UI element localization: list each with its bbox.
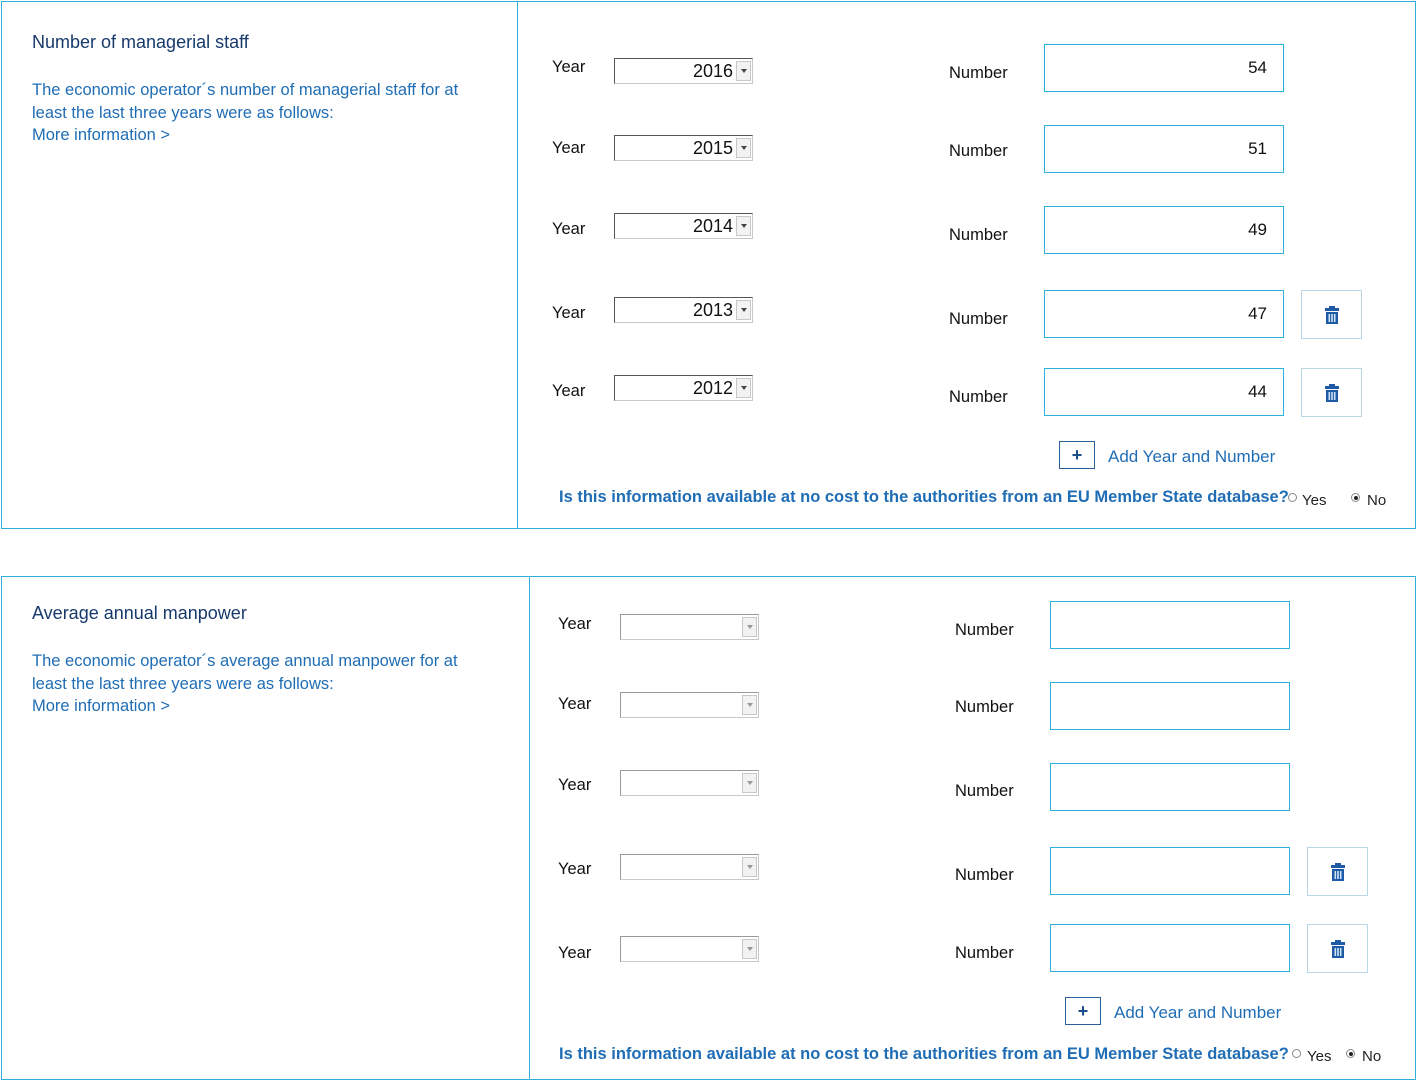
plus-icon: + <box>1077 1000 1089 1021</box>
chevron-down-icon[interactable] <box>736 300 751 320</box>
year-select[interactable] <box>620 614 759 640</box>
radio-no[interactable] <box>1346 1049 1355 1058</box>
number-value: 54 <box>1248 58 1267 77</box>
number-label: Number <box>949 388 1008 406</box>
description-text: The economic operator´s average annual m… <box>32 652 458 693</box>
year-select[interactable]: 2015 <box>614 135 753 161</box>
number-label: Number <box>955 782 1014 800</box>
number-input[interactable]: 47 <box>1044 290 1284 338</box>
panel-divider <box>529 577 530 1079</box>
chevron-down-icon[interactable] <box>736 216 751 236</box>
delete-row-button[interactable] <box>1307 847 1368 896</box>
number-input[interactable] <box>1050 924 1290 972</box>
description-text: The economic operator´s number of manage… <box>32 81 459 122</box>
number-input[interactable]: 44 <box>1044 368 1284 416</box>
delete-row-button[interactable] <box>1301 368 1362 417</box>
year-select[interactable] <box>620 770 759 796</box>
number-input[interactable] <box>1050 847 1290 895</box>
section-title: Number of managerial staff <box>32 32 249 52</box>
number-label: Number <box>955 621 1014 639</box>
more-information-link[interactable]: More information > <box>32 695 492 718</box>
year-value: 2016 <box>692 61 733 81</box>
number-value: 51 <box>1248 139 1267 158</box>
radio-no-label: No <box>1362 1048 1382 1065</box>
year-label: Year <box>558 776 592 794</box>
year-label: Year <box>552 220 586 238</box>
number-input[interactable]: 49 <box>1044 206 1284 254</box>
chevron-down-icon[interactable] <box>742 695 757 715</box>
number-label: Number <box>955 866 1014 884</box>
section-title: Average annual manpower <box>32 603 247 623</box>
year-label: Year <box>552 382 586 400</box>
database-question: Is this information available at no cost… <box>559 1045 1289 1063</box>
year-label: Year <box>558 615 592 633</box>
database-question: Is this information available at no cost… <box>559 488 1289 506</box>
section-description: The economic operator´s number of manage… <box>32 79 492 147</box>
trash-icon <box>1330 939 1345 958</box>
radio-no-label: No <box>1367 492 1387 509</box>
number-input[interactable] <box>1050 763 1290 811</box>
add-year-label[interactable]: Add Year and Number <box>1114 1003 1281 1023</box>
radio-yes[interactable] <box>1292 1049 1301 1058</box>
year-label: Year <box>558 944 592 962</box>
trash-icon <box>1324 305 1339 324</box>
number-value: 44 <box>1248 382 1267 401</box>
delete-row-button[interactable] <box>1301 290 1362 339</box>
chevron-down-icon[interactable] <box>736 61 751 81</box>
section-description: The economic operator´s average annual m… <box>32 650 492 718</box>
radio-yes[interactable] <box>1288 493 1297 502</box>
year-select[interactable] <box>620 936 759 962</box>
panel-divider <box>517 2 518 528</box>
year-label: Year <box>558 860 592 878</box>
year-label: Year <box>558 695 592 713</box>
number-input[interactable] <box>1050 601 1290 649</box>
chevron-down-icon[interactable] <box>742 617 757 637</box>
year-select[interactable]: 2012 <box>614 375 753 401</box>
year-label: Year <box>552 58 586 76</box>
year-select[interactable] <box>620 854 759 880</box>
add-year-button[interactable]: + <box>1059 441 1095 469</box>
year-value: 2015 <box>692 138 733 158</box>
number-label: Number <box>949 310 1008 328</box>
year-value: 2012 <box>692 378 733 398</box>
number-value: 49 <box>1248 220 1267 239</box>
trash-icon <box>1324 383 1339 402</box>
year-label: Year <box>552 139 586 157</box>
chevron-down-icon[interactable] <box>742 857 757 877</box>
trash-icon <box>1330 862 1345 881</box>
add-year-button[interactable]: + <box>1065 997 1101 1025</box>
number-label: Number <box>955 698 1014 716</box>
number-label: Number <box>949 142 1008 160</box>
annual-manpower-panel: Average annual manpower The economic ope… <box>1 576 1416 1080</box>
year-select[interactable]: 2016 <box>614 58 753 84</box>
chevron-down-icon[interactable] <box>736 378 751 398</box>
year-value: 2014 <box>692 216 733 236</box>
add-year-label[interactable]: Add Year and Number <box>1108 447 1275 467</box>
number-input[interactable]: 51 <box>1044 125 1284 173</box>
year-select[interactable] <box>620 692 759 718</box>
number-label: Number <box>955 944 1014 962</box>
year-value: 2013 <box>692 300 733 320</box>
delete-row-button[interactable] <box>1307 924 1368 973</box>
managerial-staff-panel: Number of managerial staff The economic … <box>1 1 1416 529</box>
chevron-down-icon[interactable] <box>742 773 757 793</box>
year-select[interactable]: 2013 <box>614 297 753 323</box>
radio-yes-label: Yes <box>1307 1048 1332 1065</box>
radio-no[interactable] <box>1351 493 1360 502</box>
number-value: 47 <box>1248 304 1267 323</box>
year-select[interactable]: 2014 <box>614 213 753 239</box>
chevron-down-icon[interactable] <box>742 939 757 959</box>
plus-icon: + <box>1071 444 1083 465</box>
year-label: Year <box>552 304 586 322</box>
number-input[interactable]: 54 <box>1044 44 1284 92</box>
number-input[interactable] <box>1050 682 1290 730</box>
radio-yes-label: Yes <box>1302 492 1327 509</box>
number-label: Number <box>949 64 1008 82</box>
number-label: Number <box>949 226 1008 244</box>
chevron-down-icon[interactable] <box>736 138 751 158</box>
more-information-link[interactable]: More information > <box>32 124 492 147</box>
